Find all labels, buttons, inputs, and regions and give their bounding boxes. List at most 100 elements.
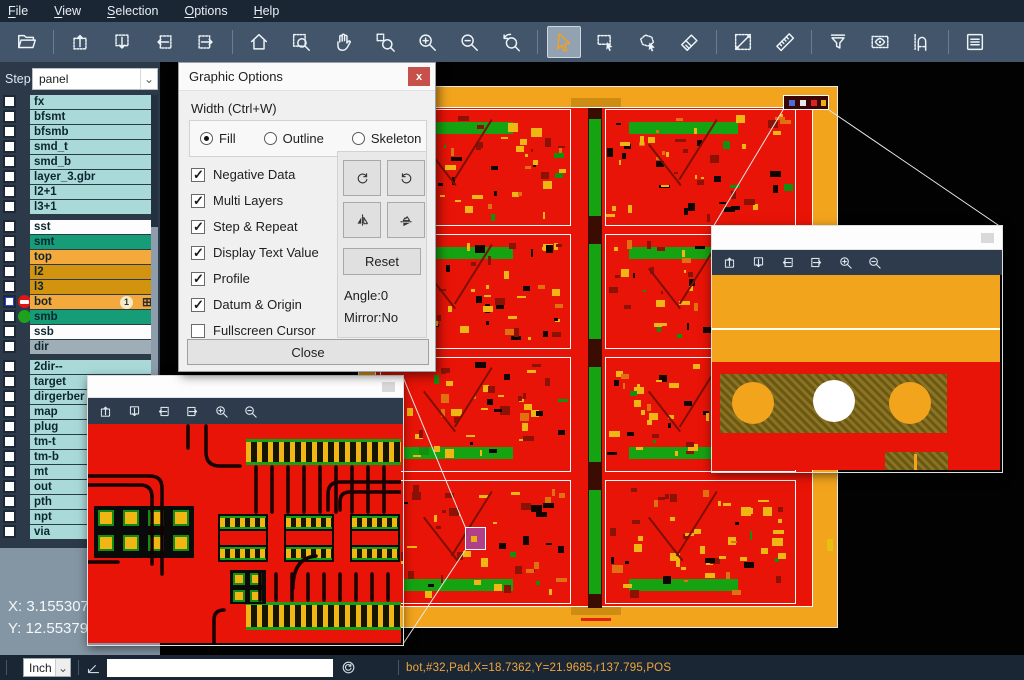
- pan-up-button[interactable]: [98, 404, 113, 419]
- menu-item-options[interactable]: Options: [184, 4, 227, 18]
- pan-left-button[interactable]: [156, 404, 171, 419]
- select-cursor-button[interactable]: [547, 26, 581, 58]
- layer-visibility-checkbox[interactable]: [3, 110, 16, 123]
- layer-row-bot[interactable]: bot1⊞: [0, 295, 160, 309]
- open-folder-button[interactable]: [10, 26, 44, 58]
- layer-name[interactable]: bfsmb: [30, 125, 157, 139]
- layer-visibility-checkbox[interactable]: [3, 450, 16, 463]
- snap-button[interactable]: [905, 26, 939, 58]
- layer-visibility-checkbox[interactable]: [3, 265, 16, 278]
- layer-visibility-checkbox[interactable]: [3, 525, 16, 538]
- layer-visibility-checkbox[interactable]: [3, 480, 16, 493]
- layer-row-bfsmt[interactable]: bfsmt: [0, 110, 160, 124]
- layer-visibility-checkbox[interactable]: [3, 310, 16, 323]
- rotate-ccw-button[interactable]: [387, 160, 425, 196]
- layer-row-layer_3.gbr[interactable]: layer_3.gbr: [0, 170, 160, 184]
- layer-name[interactable]: ssb: [30, 325, 157, 339]
- pan-left-button[interactable]: [780, 255, 795, 270]
- layer-visibility-checkbox[interactable]: [3, 340, 16, 353]
- layer-visibility-checkbox[interactable]: [3, 280, 16, 293]
- pan-down-button[interactable]: [127, 404, 142, 419]
- layer-visibility-checkbox[interactable]: [3, 185, 16, 198]
- layer-row-smd_t[interactable]: smd_t: [0, 140, 160, 154]
- layer-visibility-checkbox[interactable]: [3, 420, 16, 433]
- measure-point-button[interactable]: [726, 26, 760, 58]
- command-input[interactable]: [107, 659, 333, 677]
- layer-visibility-checkbox[interactable]: [3, 325, 16, 338]
- option-check-step-repeat[interactable]: Step & Repeat: [191, 219, 298, 234]
- layer-visibility-checkbox[interactable]: [3, 140, 16, 153]
- layer-name[interactable]: smb: [30, 310, 157, 324]
- layer-name[interactable]: smd_t: [30, 140, 157, 154]
- zoom-in-button[interactable]: [410, 26, 444, 58]
- menu-item-view[interactable]: View: [54, 4, 81, 18]
- pan-right-button[interactable]: [189, 26, 223, 58]
- layer-visibility-checkbox[interactable]: [3, 435, 16, 448]
- popup-menu-button[interactable]: [981, 233, 994, 243]
- layer-row-l3+1[interactable]: l3+1: [0, 200, 160, 214]
- layer-row-smd_b[interactable]: smd_b: [0, 155, 160, 169]
- reset-button[interactable]: Reset: [343, 248, 421, 275]
- menu-item-selection[interactable]: Selection: [107, 4, 158, 18]
- pan-right-button[interactable]: [185, 404, 200, 419]
- layer-name[interactable]: layer_3.gbr: [30, 170, 157, 184]
- layer-visibility-checkbox[interactable]: [3, 495, 16, 508]
- zoom-window-button[interactable]: [284, 26, 318, 58]
- layer-row-dir[interactable]: dir: [0, 340, 160, 354]
- rotate-cw-button[interactable]: [343, 160, 381, 196]
- layer-row-fx[interactable]: fx: [0, 95, 160, 109]
- layer-name[interactable]: sst: [30, 220, 157, 234]
- zoom-previous-button[interactable]: [494, 26, 528, 58]
- pan-up-button[interactable]: [722, 255, 737, 270]
- layer-name[interactable]: l3+1: [30, 200, 157, 214]
- select-poly-button[interactable]: [631, 26, 665, 58]
- view-options-button[interactable]: [863, 26, 897, 58]
- option-check-multi-layers[interactable]: Multi Layers: [191, 193, 283, 208]
- layer-name[interactable]: 2dir--: [30, 360, 157, 374]
- layer-visibility-checkbox[interactable]: [3, 200, 16, 213]
- layer-row-ssb[interactable]: ssb: [0, 325, 160, 339]
- layer-row-2dir--[interactable]: 2dir--: [0, 360, 160, 374]
- unit-select[interactable]: Inch ⌄: [23, 658, 71, 677]
- pan-hand-button[interactable]: [326, 26, 360, 58]
- dialog-titlebar[interactable]: Graphic Options x: [179, 63, 435, 91]
- zoom-out-button[interactable]: [452, 26, 486, 58]
- measure-ruler-button[interactable]: [768, 26, 802, 58]
- step-select[interactable]: panel ⌄: [32, 68, 158, 90]
- layer-name[interactable]: top: [30, 250, 157, 264]
- option-check-profile[interactable]: Profile: [191, 271, 250, 286]
- flip-v-button[interactable]: [387, 202, 425, 238]
- layer-row-top[interactable]: top: [0, 250, 160, 264]
- layer-name[interactable]: smd_b: [30, 155, 157, 169]
- option-check-negative-data[interactable]: Negative Data: [191, 167, 295, 182]
- home-button[interactable]: [242, 26, 276, 58]
- width-radio-skeleton[interactable]: Skeleton: [352, 131, 422, 146]
- layer-visibility-checkbox[interactable]: [3, 155, 16, 168]
- layer-panel-button[interactable]: [958, 26, 992, 58]
- option-check-fullscreen-cursor[interactable]: Fullscreen Cursor: [191, 323, 316, 338]
- close-button[interactable]: Close: [187, 339, 429, 365]
- clear-brush-button[interactable]: [673, 26, 707, 58]
- pan-right-button[interactable]: [809, 255, 824, 270]
- popup-menu-button[interactable]: [382, 382, 395, 392]
- width-radio-outline[interactable]: Outline: [264, 131, 324, 146]
- layer-name[interactable]: bot1⊞: [30, 295, 157, 309]
- layer-name[interactable]: dir: [30, 340, 157, 354]
- layer-visibility-checkbox[interactable]: [3, 235, 16, 248]
- layer-visibility-checkbox[interactable]: [3, 510, 16, 523]
- layer-visibility-checkbox[interactable]: [3, 220, 16, 233]
- width-radio-fill[interactable]: Fill: [200, 131, 236, 146]
- menu-item-help[interactable]: Help: [254, 4, 280, 18]
- magnifier-titlebar[interactable]: [88, 376, 403, 398]
- zoom-object-button[interactable]: [368, 26, 402, 58]
- layer-visibility-checkbox[interactable]: [3, 95, 16, 108]
- refresh-icon[interactable]: [341, 660, 356, 675]
- layer-row-sst[interactable]: sst: [0, 220, 160, 234]
- layer-name[interactable]: bfsmt: [30, 110, 157, 124]
- layer-visibility-checkbox[interactable]: [3, 465, 16, 478]
- layer-row-l2+1[interactable]: l2+1: [0, 185, 160, 199]
- layer-row-smb[interactable]: smb: [0, 310, 160, 324]
- layer-visibility-checkbox[interactable]: [3, 405, 16, 418]
- layer-visibility-checkbox[interactable]: [3, 375, 16, 388]
- layer-name[interactable]: l2+1: [30, 185, 157, 199]
